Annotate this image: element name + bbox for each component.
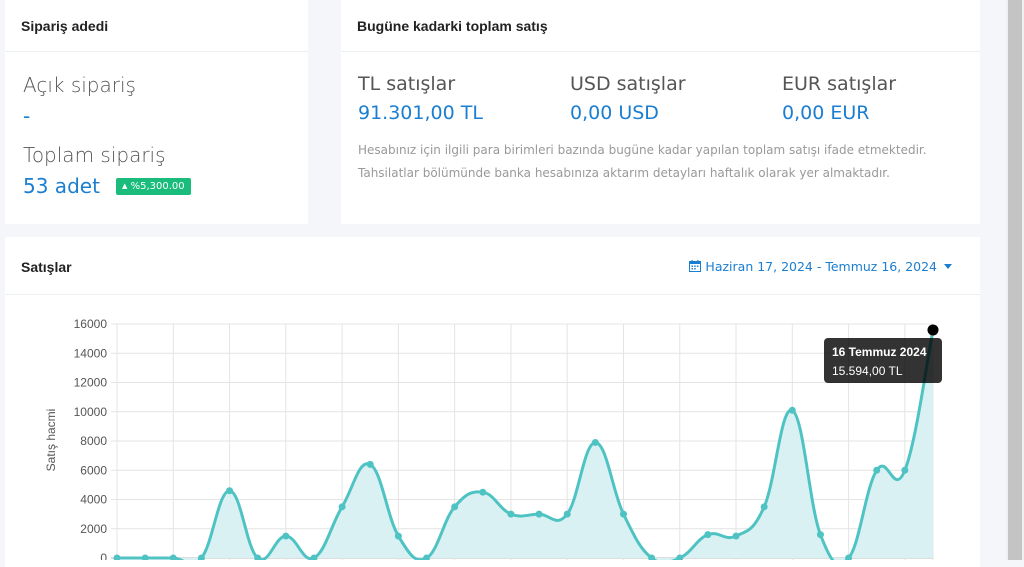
chart-tooltip: 16 Temmuz 2024 15.594,00 TL	[824, 338, 942, 383]
data-point[interactable]	[141, 554, 149, 561]
y-tick-label: 0	[100, 551, 107, 560]
data-point[interactable]	[816, 531, 824, 539]
data-point[interactable]	[927, 324, 939, 336]
data-point[interactable]	[394, 532, 402, 540]
data-point[interactable]	[507, 510, 515, 518]
data-point[interactable]	[732, 532, 740, 540]
data-point[interactable]	[282, 532, 290, 540]
y-tick-label: 8000	[80, 434, 107, 448]
sales-chart: 0 2000 4000 6000 8000 10000 12000 14000 16000 Sa…	[44, 317, 942, 561]
y-tick-label: 12000	[74, 376, 108, 390]
data-point[interactable]	[901, 466, 909, 474]
data-point[interactable]	[704, 531, 712, 539]
scrollbar-thumb[interactable]	[1008, 0, 1022, 560]
data-point[interactable]	[113, 554, 121, 561]
sales-area	[117, 329, 933, 560]
data-point[interactable]	[338, 503, 346, 511]
y-tick-label: 16000	[74, 317, 108, 331]
y-tick-label: 2000	[80, 522, 107, 536]
data-point[interactable]	[788, 406, 796, 414]
data-point[interactable]	[169, 554, 177, 561]
y-axis-label: Satış hacmi	[44, 409, 58, 472]
y-tick-label: 10000	[74, 405, 108, 419]
y-tick-label: 4000	[80, 493, 107, 507]
y-tick-label: 6000	[80, 463, 107, 477]
data-point[interactable]	[366, 460, 374, 468]
data-point[interactable]	[591, 438, 599, 446]
data-point[interactable]	[619, 510, 627, 518]
tooltip-value: 15.594,00 TL	[832, 364, 903, 378]
data-point[interactable]	[760, 503, 768, 511]
data-point[interactable]	[535, 510, 543, 518]
y-axis-ticks: 0 2000 4000 6000 8000 10000 12000 14000 16000	[74, 317, 108, 560]
data-point[interactable]	[451, 503, 459, 511]
data-point[interactable]	[563, 510, 571, 518]
tooltip-title: 16 Temmuz 2024	[832, 345, 927, 359]
data-point[interactable]	[226, 487, 234, 495]
data-point[interactable]	[873, 466, 881, 474]
data-point[interactable]	[479, 488, 487, 496]
y-tick-label: 14000	[74, 346, 108, 360]
